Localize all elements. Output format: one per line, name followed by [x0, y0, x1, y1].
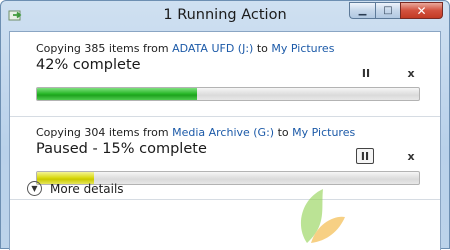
caption-buttons: ▁ □ ✕: [349, 2, 443, 20]
operation-description: Copying 385 items from ADATA UFD (J:) to…: [36, 42, 436, 55]
progress-bar: [36, 87, 420, 101]
cancel-button[interactable]: x: [402, 148, 420, 164]
cancel-icon: x: [407, 149, 415, 163]
operation-prefix: Copying 385 items from: [36, 42, 173, 55]
source-link[interactable]: Media Archive (G:): [172, 126, 274, 139]
operation-prefix: Copying 304 items from: [36, 126, 173, 139]
resume-button[interactable]: II: [356, 148, 374, 164]
operation-status: 42% complete: [36, 57, 141, 73]
pause-icon: II: [360, 149, 370, 163]
operation-item: Copying 304 items from Media Archive (G:…: [36, 126, 436, 157]
destination-link[interactable]: My Pictures: [292, 126, 355, 139]
operation-item: Copying 385 items from ADATA UFD (J:) to…: [36, 42, 436, 73]
cancel-button[interactable]: x: [402, 65, 420, 81]
copy-progress-window: 1 Running Action ▁ □ ✕ Copying 385 items…: [0, 0, 450, 250]
maximize-button[interactable]: □: [375, 2, 400, 19]
close-icon: ✕: [416, 3, 427, 18]
close-button[interactable]: ✕: [400, 2, 443, 19]
more-details-label: More details: [50, 181, 124, 196]
title-bar[interactable]: 1 Running Action ▁ □ ✕: [1, 1, 449, 31]
pause-icon: II: [361, 66, 371, 80]
source-link[interactable]: ADATA UFD (J:): [172, 42, 253, 55]
operation-description: Copying 304 items from Media Archive (G:…: [36, 126, 436, 139]
cancel-icon: x: [407, 66, 415, 80]
operation-middle: to: [253, 42, 272, 55]
chevron-down-icon: ▼: [27, 181, 42, 196]
maximize-icon: □: [383, 5, 393, 16]
operation-status: Paused - 15% complete: [36, 141, 207, 157]
more-details-toggle[interactable]: ▼ More details: [27, 181, 124, 196]
operation-middle: to: [274, 126, 293, 139]
watermark-logo: [300, 189, 345, 243]
destination-link[interactable]: My Pictures: [271, 42, 334, 55]
pause-button[interactable]: II: [357, 65, 375, 81]
minimize-button[interactable]: ▁: [349, 2, 375, 19]
minimize-icon: ▁: [358, 5, 367, 16]
separator: [10, 116, 440, 117]
progress-fill: [37, 88, 198, 100]
